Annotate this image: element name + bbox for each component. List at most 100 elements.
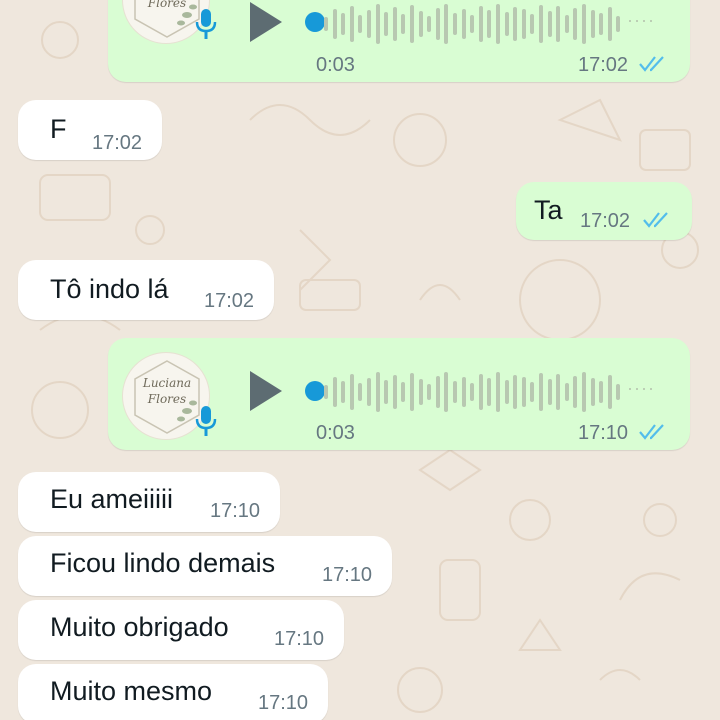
waveform-bar [590, 10, 595, 38]
incoming-message-bubble: Muito obrigado 17:10 [18, 600, 344, 660]
microphone-icon [195, 406, 217, 436]
waveform-bar [418, 379, 423, 405]
waveform-bar [410, 5, 414, 43]
waveform-bar [599, 13, 604, 35]
waveform-bar [573, 8, 578, 40]
message-text: Ficou lindo demais [50, 548, 276, 578]
waveform-bar [616, 16, 621, 32]
message-time: 17:10 [258, 692, 309, 714]
waveform-bar [444, 372, 449, 412]
waveform-bar [599, 381, 604, 403]
waveform-bar [324, 17, 328, 31]
waveform-trailing-dots: ···· [627, 378, 655, 398]
waveform-bar [539, 5, 543, 43]
incoming-message-bubble: Muito mesmo 17:10 [18, 664, 328, 720]
waveform-bar [358, 15, 363, 33]
waveform-bar [341, 13, 346, 35]
waveform-bar [547, 379, 552, 405]
waveform-bar [453, 381, 457, 403]
waveform-bar [461, 9, 466, 39]
waveform-trailing-dots: ···· [627, 10, 655, 30]
waveform-bar [427, 16, 432, 32]
play-icon[interactable] [248, 369, 284, 413]
message-time: 17:10 [322, 564, 373, 586]
playback-position-handle[interactable] [305, 381, 325, 401]
waveform-bar [504, 12, 509, 36]
waveform-bar [461, 377, 466, 407]
waveform-bar [332, 377, 337, 407]
waveform-bar [435, 8, 440, 40]
audio-waveform[interactable]: ···· [324, 370, 664, 414]
waveform-bar [401, 14, 406, 34]
waveform-bar [435, 376, 440, 408]
message-time: 17:02 [578, 54, 629, 76]
message-time: 17:02 [580, 210, 631, 232]
waveform-bar [367, 378, 371, 406]
message-text: Ta [534, 195, 563, 225]
waveform-bar [367, 10, 371, 38]
message-text: Eu ameiiiii [50, 484, 174, 514]
waveform-bar [375, 372, 380, 412]
waveform-bar [410, 373, 414, 411]
message-time: 17:10 [578, 422, 629, 444]
waveform-bar [401, 382, 406, 402]
double-check-icon [639, 56, 664, 72]
waveform-bar [341, 381, 346, 403]
microphone-icon [195, 9, 217, 39]
waveform-bar [530, 14, 535, 34]
message-time: 17:02 [92, 132, 143, 154]
incoming-message-bubble: Tô indo lá 17:02 [18, 260, 274, 320]
voice-message-bubble[interactable]: Luciana Flores ···· 0:03 17:02 [108, 0, 690, 82]
playback-position-handle[interactable] [305, 12, 325, 32]
incoming-message-bubble: Eu ameiiiii 17:10 [18, 472, 280, 532]
incoming-message-bubble: F 17:02 [18, 100, 162, 160]
waveform-bar [444, 4, 449, 44]
waveform-bar [521, 377, 526, 407]
message-time: 17:10 [210, 500, 261, 522]
waveform-bar [453, 13, 457, 35]
play-icon[interactable] [248, 0, 284, 44]
waveform-bar [556, 6, 561, 42]
voice-message-bubble[interactable]: Luciana Flores ···· 0:03 17:10 [108, 338, 690, 450]
waveform-bar [358, 383, 363, 401]
waveform-bar [582, 372, 586, 412]
voice-duration: 0:03 [316, 54, 355, 76]
waveform-bar [496, 4, 500, 44]
waveform-bar [582, 4, 586, 44]
message-time: 17:02 [204, 290, 255, 312]
waveform-bar [470, 383, 475, 401]
waveform-bar [384, 380, 389, 404]
waveform-bar [384, 12, 389, 36]
message-text: Muito obrigado [50, 612, 229, 642]
waveform-bar [513, 375, 518, 409]
waveform-bar [349, 374, 354, 410]
waveform-bar [470, 15, 475, 33]
outgoing-message-bubble: Ta 17:02 [516, 182, 692, 240]
waveform-bar [375, 4, 380, 44]
message-text: Muito mesmo [50, 676, 213, 706]
waveform-bar [418, 11, 423, 37]
waveform-bar [590, 378, 595, 406]
waveform-bar [521, 9, 526, 39]
waveform-bar [607, 7, 612, 41]
waveform-bar [616, 384, 621, 400]
incoming-message-bubble: Ficou lindo demais 17:10 [18, 536, 392, 596]
message-text: Tô indo lá [50, 274, 169, 304]
waveform-bar [564, 15, 569, 33]
waveform-bar [427, 384, 432, 400]
message-text: F [50, 114, 67, 144]
waveform-bar [556, 374, 561, 410]
avatar-logo-text: Luciana Flores [142, 376, 192, 406]
voice-duration: 0:03 [316, 422, 355, 444]
double-check-icon [639, 424, 664, 440]
waveform-bar [573, 376, 578, 408]
waveform-bar [487, 10, 492, 38]
message-time: 17:10 [274, 628, 325, 650]
double-check-icon [643, 212, 668, 228]
audio-waveform[interactable]: ···· [324, 2, 664, 46]
waveform-bar [539, 373, 543, 411]
waveform-bar [607, 375, 612, 409]
waveform-bar [513, 7, 518, 41]
waveform-bar [332, 9, 337, 39]
waveform-bar [324, 385, 328, 399]
